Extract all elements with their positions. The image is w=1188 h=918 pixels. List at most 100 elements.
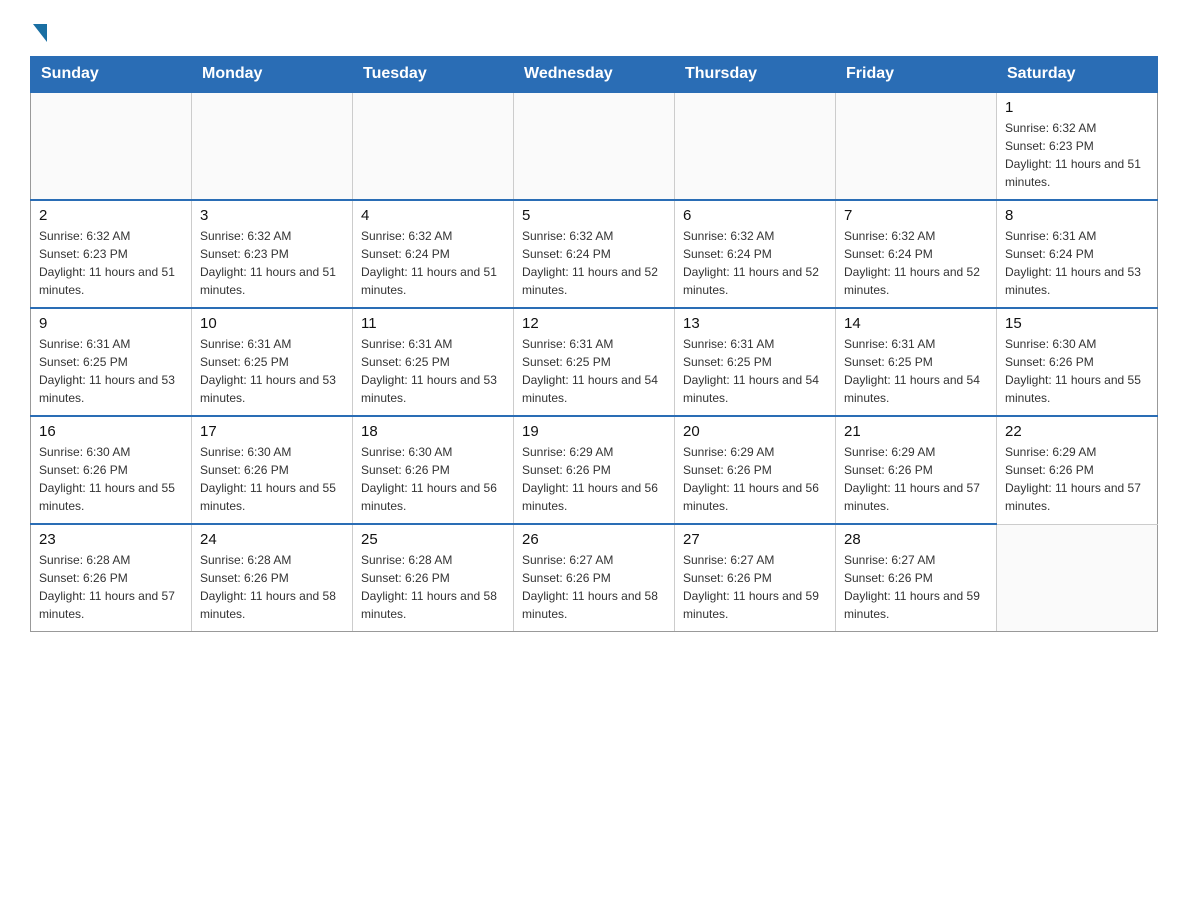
day-info: Sunrise: 6:31 AM Sunset: 6:25 PM Dayligh… bbox=[683, 335, 827, 407]
day-info: Sunrise: 6:29 AM Sunset: 6:26 PM Dayligh… bbox=[844, 443, 988, 515]
day-number: 2 bbox=[39, 207, 183, 224]
calendar-header-friday: Friday bbox=[836, 57, 997, 93]
day-info: Sunrise: 6:31 AM Sunset: 6:25 PM Dayligh… bbox=[361, 335, 505, 407]
day-number: 18 bbox=[361, 423, 505, 440]
day-info: Sunrise: 6:31 AM Sunset: 6:25 PM Dayligh… bbox=[522, 335, 666, 407]
day-number: 4 bbox=[361, 207, 505, 224]
day-info: Sunrise: 6:27 AM Sunset: 6:26 PM Dayligh… bbox=[844, 551, 988, 623]
day-info: Sunrise: 6:29 AM Sunset: 6:26 PM Dayligh… bbox=[683, 443, 827, 515]
day-info: Sunrise: 6:32 AM Sunset: 6:24 PM Dayligh… bbox=[361, 227, 505, 299]
calendar-table: SundayMondayTuesdayWednesdayThursdayFrid… bbox=[30, 56, 1158, 632]
calendar-header-thursday: Thursday bbox=[675, 57, 836, 93]
calendar-cell: 11 Sunrise: 6:31 AM Sunset: 6:25 PM Dayli… bbox=[353, 308, 514, 416]
calendar-header-monday: Monday bbox=[192, 57, 353, 93]
page-header bbox=[30, 20, 1158, 38]
calendar-header-tuesday: Tuesday bbox=[353, 57, 514, 93]
calendar-cell: 19 Sunrise: 6:29 AM Sunset: 6:26 PM Dayli… bbox=[514, 416, 675, 524]
calendar-header-row: SundayMondayTuesdayWednesdayThursdayFrid… bbox=[31, 57, 1158, 93]
calendar-week-row: 1 Sunrise: 6:32 AM Sunset: 6:23 PM Daylig… bbox=[31, 92, 1158, 200]
calendar-cell: 8 Sunrise: 6:31 AM Sunset: 6:24 PM Daylig… bbox=[997, 200, 1158, 308]
day-info: Sunrise: 6:30 AM Sunset: 6:26 PM Dayligh… bbox=[361, 443, 505, 515]
day-number: 12 bbox=[522, 315, 666, 332]
calendar-cell: 15 Sunrise: 6:30 AM Sunset: 6:26 PM Dayli… bbox=[997, 308, 1158, 416]
calendar-cell: 20 Sunrise: 6:29 AM Sunset: 6:26 PM Dayli… bbox=[675, 416, 836, 524]
day-number: 10 bbox=[200, 315, 344, 332]
day-number: 11 bbox=[361, 315, 505, 332]
calendar-cell: 3 Sunrise: 6:32 AM Sunset: 6:23 PM Daylig… bbox=[192, 200, 353, 308]
calendar-cell: 27Sunrise: 6:27 AM Sunset: 6:26 PM Dayli… bbox=[675, 524, 836, 632]
calendar-cell: 18 Sunrise: 6:30 AM Sunset: 6:26 PM Dayli… bbox=[353, 416, 514, 524]
day-number: 8 bbox=[1005, 207, 1149, 224]
day-info: Sunrise: 6:27 AM Sunset: 6:26 PM Dayligh… bbox=[683, 551, 827, 623]
day-number: 22 bbox=[1005, 423, 1149, 440]
calendar-cell bbox=[675, 92, 836, 200]
calendar-cell: 7Sunrise: 6:32 AM Sunset: 6:24 PM Daylig… bbox=[836, 200, 997, 308]
day-info: Sunrise: 6:31 AM Sunset: 6:25 PM Dayligh… bbox=[39, 335, 183, 407]
calendar-cell bbox=[997, 524, 1158, 632]
day-info: Sunrise: 6:28 AM Sunset: 6:26 PM Dayligh… bbox=[361, 551, 505, 623]
day-number: 19 bbox=[522, 423, 666, 440]
day-info: Sunrise: 6:31 AM Sunset: 6:24 PM Dayligh… bbox=[1005, 227, 1149, 299]
calendar-header-sunday: Sunday bbox=[31, 57, 192, 93]
calendar-week-row: 23 Sunrise: 6:28 AM Sunset: 6:26 PM Dayli… bbox=[31, 524, 1158, 632]
day-info: Sunrise: 6:32 AM Sunset: 6:24 PM Dayligh… bbox=[683, 227, 827, 299]
calendar-cell: 10 Sunrise: 6:31 AM Sunset: 6:25 PM Dayli… bbox=[192, 308, 353, 416]
calendar-cell bbox=[192, 92, 353, 200]
day-info: Sunrise: 6:30 AM Sunset: 6:26 PM Dayligh… bbox=[39, 443, 183, 515]
calendar-cell: 23 Sunrise: 6:28 AM Sunset: 6:26 PM Dayli… bbox=[31, 524, 192, 632]
day-number: 20 bbox=[683, 423, 827, 440]
calendar-cell: 5Sunrise: 6:32 AM Sunset: 6:24 PM Daylig… bbox=[514, 200, 675, 308]
calendar-cell: 24 Sunrise: 6:28 AM Sunset: 6:26 PM Dayli… bbox=[192, 524, 353, 632]
calendar-cell: 17 Sunrise: 6:30 AM Sunset: 6:26 PM Dayli… bbox=[192, 416, 353, 524]
day-number: 28 bbox=[844, 531, 988, 548]
day-info: Sunrise: 6:32 AM Sunset: 6:24 PM Dayligh… bbox=[522, 227, 666, 299]
day-number: 26 bbox=[522, 531, 666, 548]
calendar-cell bbox=[31, 92, 192, 200]
day-info: Sunrise: 6:28 AM Sunset: 6:26 PM Dayligh… bbox=[39, 551, 183, 623]
calendar-cell: 9 Sunrise: 6:31 AM Sunset: 6:25 PM Daylig… bbox=[31, 308, 192, 416]
day-number: 6 bbox=[683, 207, 827, 224]
calendar-cell bbox=[836, 92, 997, 200]
calendar-week-row: 2 Sunrise: 6:32 AM Sunset: 6:23 PM Daylig… bbox=[31, 200, 1158, 308]
day-number: 1 bbox=[1005, 99, 1149, 116]
logo-arrow-icon bbox=[33, 24, 47, 42]
day-info: Sunrise: 6:28 AM Sunset: 6:26 PM Dayligh… bbox=[200, 551, 344, 623]
calendar-cell: 2 Sunrise: 6:32 AM Sunset: 6:23 PM Daylig… bbox=[31, 200, 192, 308]
day-number: 9 bbox=[39, 315, 183, 332]
calendar-cell: 1 Sunrise: 6:32 AM Sunset: 6:23 PM Daylig… bbox=[997, 92, 1158, 200]
day-number: 3 bbox=[200, 207, 344, 224]
day-info: Sunrise: 6:27 AM Sunset: 6:26 PM Dayligh… bbox=[522, 551, 666, 623]
calendar-cell: 28 Sunrise: 6:27 AM Sunset: 6:26 PM Dayli… bbox=[836, 524, 997, 632]
calendar-cell: 26 Sunrise: 6:27 AM Sunset: 6:26 PM Dayli… bbox=[514, 524, 675, 632]
calendar-cell: 14 Sunrise: 6:31 AM Sunset: 6:25 PM Dayli… bbox=[836, 308, 997, 416]
calendar-cell bbox=[514, 92, 675, 200]
day-info: Sunrise: 6:30 AM Sunset: 6:26 PM Dayligh… bbox=[200, 443, 344, 515]
day-info: Sunrise: 6:31 AM Sunset: 6:25 PM Dayligh… bbox=[844, 335, 988, 407]
logo bbox=[30, 20, 47, 38]
calendar-cell: 13 Sunrise: 6:31 AM Sunset: 6:25 PM Dayli… bbox=[675, 308, 836, 416]
day-number: 15 bbox=[1005, 315, 1149, 332]
calendar-cell bbox=[353, 92, 514, 200]
day-number: 17 bbox=[200, 423, 344, 440]
day-number: 7 bbox=[844, 207, 988, 224]
calendar-cell: 21 Sunrise: 6:29 AM Sunset: 6:26 PM Dayli… bbox=[836, 416, 997, 524]
day-info: Sunrise: 6:32 AM Sunset: 6:23 PM Dayligh… bbox=[200, 227, 344, 299]
day-number: 21 bbox=[844, 423, 988, 440]
calendar-cell: 12 Sunrise: 6:31 AM Sunset: 6:25 PM Dayli… bbox=[514, 308, 675, 416]
day-number: 16 bbox=[39, 423, 183, 440]
day-number: 23 bbox=[39, 531, 183, 548]
calendar-week-row: 16 Sunrise: 6:30 AM Sunset: 6:26 PM Dayli… bbox=[31, 416, 1158, 524]
calendar-cell: 16 Sunrise: 6:30 AM Sunset: 6:26 PM Dayli… bbox=[31, 416, 192, 524]
day-info: Sunrise: 6:31 AM Sunset: 6:25 PM Dayligh… bbox=[200, 335, 344, 407]
day-number: 25 bbox=[361, 531, 505, 548]
day-number: 24 bbox=[200, 531, 344, 548]
day-number: 13 bbox=[683, 315, 827, 332]
day-info: Sunrise: 6:32 AM Sunset: 6:23 PM Dayligh… bbox=[39, 227, 183, 299]
day-info: Sunrise: 6:29 AM Sunset: 6:26 PM Dayligh… bbox=[522, 443, 666, 515]
day-info: Sunrise: 6:32 AM Sunset: 6:23 PM Dayligh… bbox=[1005, 119, 1149, 191]
calendar-header-wednesday: Wednesday bbox=[514, 57, 675, 93]
calendar-cell: 22Sunrise: 6:29 AM Sunset: 6:26 PM Dayli… bbox=[997, 416, 1158, 524]
calendar-cell: 4 Sunrise: 6:32 AM Sunset: 6:24 PM Daylig… bbox=[353, 200, 514, 308]
day-info: Sunrise: 6:30 AM Sunset: 6:26 PM Dayligh… bbox=[1005, 335, 1149, 407]
day-number: 14 bbox=[844, 315, 988, 332]
